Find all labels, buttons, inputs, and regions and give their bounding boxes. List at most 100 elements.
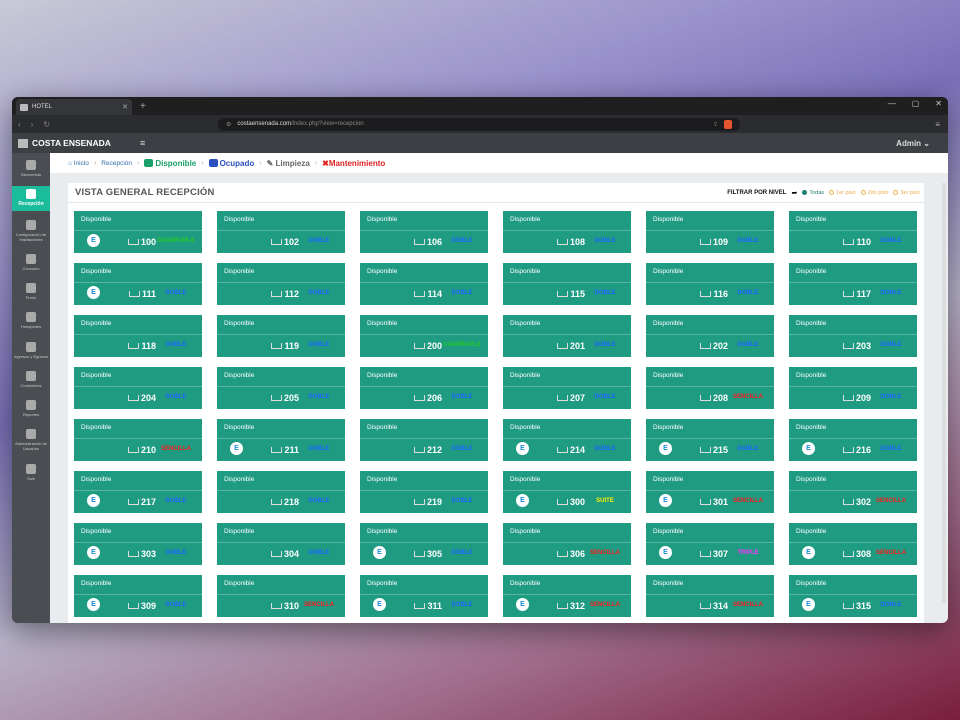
breadcrumb-recepcion[interactable]: Recepción bbox=[101, 160, 132, 167]
scrollbar[interactable] bbox=[942, 183, 946, 603]
room-card[interactable]: Disponible E 100 CUADRUPLE bbox=[74, 211, 202, 253]
room-card[interactable]: Disponible 207 DOBLE bbox=[503, 367, 631, 409]
sidebar-item[interactable]: Salir bbox=[12, 461, 50, 484]
room-card[interactable]: Disponible 302 SENCILLA bbox=[789, 471, 917, 513]
url-host: costaensenada.com bbox=[237, 121, 292, 127]
room-card[interactable]: Disponible 209 DOBLE bbox=[789, 367, 917, 409]
room-card[interactable]: Disponible 310 SENCILLA bbox=[217, 575, 345, 617]
close-window-icon[interactable]: ✕ bbox=[935, 99, 942, 108]
room-card[interactable]: Disponible 116 DOBLE bbox=[646, 263, 774, 305]
room-card[interactable]: Disponible 115 DOBLE bbox=[503, 263, 631, 305]
room-card[interactable]: Disponible 205 DOBLE bbox=[217, 367, 345, 409]
main-content: ⌂ Inicio › Recepción › Disponible › Ocup… bbox=[50, 153, 948, 623]
close-tab-icon[interactable]: ✕ bbox=[122, 103, 128, 111]
room-card[interactable]: Disponible E 211 DOBLE bbox=[217, 419, 345, 461]
reload-icon[interactable]: ↻ bbox=[43, 120, 50, 129]
room-card[interactable]: Disponible E 300 SUITE bbox=[503, 471, 631, 513]
room-card[interactable]: Disponible E 216 DOBLE bbox=[789, 419, 917, 461]
filter-ocupado[interactable]: Ocupado bbox=[208, 158, 254, 168]
filter-todas[interactable]: Todas bbox=[802, 189, 824, 196]
room-card[interactable]: Disponible 304 DOBLE bbox=[217, 523, 345, 565]
room-card[interactable]: Disponible E 215 DOBLE bbox=[646, 419, 774, 461]
room-card[interactable]: Disponible 306 SENCILLA bbox=[503, 523, 631, 565]
room-card[interactable]: Disponible E 301 SENCILLA bbox=[646, 471, 774, 513]
room-card[interactable]: Disponible 114 DOBLE bbox=[360, 263, 488, 305]
filter-piso-2[interactable]: 2do piso bbox=[860, 189, 888, 196]
brand[interactable]: COSTA ENSENADA bbox=[12, 138, 124, 148]
room-card[interactable]: Disponible 210 SENCILLA bbox=[74, 419, 202, 461]
room-card[interactable]: Disponible 219 DOBLE bbox=[360, 471, 488, 513]
room-card[interactable]: Disponible E 312 SENCILLA bbox=[503, 575, 631, 617]
room-card[interactable]: Disponible 108 DOBLE bbox=[503, 211, 631, 253]
sidebar-item[interactable]: Punto bbox=[12, 280, 50, 303]
app-header: COSTA ENSENADA ≡ Admin ⌄ bbox=[12, 133, 948, 153]
filter-limpieza[interactable]: ✎ Limpieza bbox=[267, 159, 310, 168]
url-field[interactable]: ⚙ costaensenada.com/index.php?view=recep… bbox=[218, 117, 740, 131]
room-type: DOBLE bbox=[308, 498, 330, 504]
room-card[interactable]: Disponible E 308 SENCILLA bbox=[789, 523, 917, 565]
site-info-icon[interactable]: ⚙ bbox=[226, 121, 231, 128]
brave-shield-icon[interactable] bbox=[724, 119, 732, 129]
maximize-icon[interactable]: ▢ bbox=[912, 99, 920, 108]
sidebar-item[interactable]: Configuración de Habitaciones bbox=[12, 217, 50, 245]
room-card[interactable]: Disponible E 303 DOBLE bbox=[74, 523, 202, 565]
bed-icon bbox=[414, 603, 426, 609]
room-card[interactable]: Disponible 208 SENCILLA bbox=[646, 367, 774, 409]
room-card[interactable]: Disponible 200 CUADRUPLE bbox=[360, 315, 488, 357]
room-card[interactable]: Disponible 119 DOBLE bbox=[217, 315, 345, 357]
room-card[interactable]: Disponible 218 DOBLE bbox=[217, 471, 345, 513]
sidebar-item[interactable]: Ingresos y Egresos bbox=[12, 339, 50, 362]
room-card[interactable]: Disponible 110 DOBLE bbox=[789, 211, 917, 253]
room-card[interactable]: Disponible 109 DOBLE bbox=[646, 211, 774, 253]
new-tab-icon[interactable]: + bbox=[140, 101, 146, 112]
user-menu[interactable]: Admin ⌄ bbox=[896, 139, 930, 148]
browser-tab[interactable]: HOTEL ✕ bbox=[16, 99, 132, 115]
sidebar-item[interactable]: Consumo bbox=[12, 251, 50, 274]
room-card[interactable]: Disponible E 305 DOBLE bbox=[360, 523, 488, 565]
forward-icon[interactable]: › bbox=[31, 120, 34, 129]
room-card[interactable]: Disponible 212 DOBLE bbox=[360, 419, 488, 461]
room-card[interactable]: Disponible E 315 DOBLE bbox=[789, 575, 917, 617]
sidebar-item[interactable]: Bienvenida bbox=[12, 157, 50, 180]
room-card[interactable]: Disponible 314 SENCILLA bbox=[646, 575, 774, 617]
room-card[interactable]: Disponible 106 DOBLE bbox=[360, 211, 488, 253]
sidebar-item[interactable]: Reportes bbox=[12, 397, 50, 420]
breadcrumb-separator: › bbox=[137, 159, 140, 167]
bed-icon bbox=[127, 395, 139, 401]
room-status: Disponible bbox=[646, 211, 774, 231]
sidebar-item[interactable]: Comisiones bbox=[12, 368, 50, 391]
users-icon bbox=[26, 312, 36, 323]
room-card[interactable]: Disponible 117 DOBLE bbox=[789, 263, 917, 305]
room-card[interactable]: Disponible E 309 DOBLE bbox=[74, 575, 202, 617]
room-card[interactable]: Disponible 118 DOBLE bbox=[74, 315, 202, 357]
filter-piso-3[interactable]: 3er piso bbox=[893, 189, 920, 196]
room-type: DOBLE bbox=[308, 238, 330, 244]
room-card[interactable]: Disponible E 217 DOBLE bbox=[74, 471, 202, 513]
room-card[interactable]: Disponible E 311 DOBLE bbox=[360, 575, 488, 617]
sidebar-item[interactable]: Recepción bbox=[12, 186, 50, 211]
breadcrumb-home[interactable]: ⌂ Inicio bbox=[68, 160, 89, 167]
back-icon[interactable]: ‹ bbox=[18, 120, 21, 129]
menu-toggle-icon[interactable]: ≡ bbox=[140, 138, 145, 148]
sidebar-item[interactable]: Huespedes bbox=[12, 309, 50, 332]
share-icon[interactable]: ⇪ bbox=[713, 121, 718, 128]
browser-menu-icon[interactable]: ≡ bbox=[935, 120, 940, 129]
filter-piso-1[interactable]: 1er piso bbox=[829, 189, 856, 196]
filter-mantenimiento[interactable]: ✖Mantenimiento bbox=[322, 159, 385, 168]
room-card[interactable]: Disponible 112 DOBLE bbox=[217, 263, 345, 305]
room-card[interactable]: Disponible 203 DOBLE bbox=[789, 315, 917, 357]
room-card[interactable]: Disponible 204 DOBLE bbox=[74, 367, 202, 409]
filter-disponible[interactable]: Disponible bbox=[144, 158, 196, 168]
room-card[interactable]: Disponible 202 DOBLE bbox=[646, 315, 774, 357]
room-card[interactable]: Disponible 102 DOBLE bbox=[217, 211, 345, 253]
minimize-icon[interactable]: — bbox=[888, 99, 896, 108]
room-card[interactable]: Disponible E 214 DOBLE bbox=[503, 419, 631, 461]
room-number: 208 bbox=[695, 393, 728, 403]
room-number: 312 bbox=[552, 601, 585, 611]
sidebar-item[interactable]: Administración de Usuarios bbox=[12, 426, 50, 454]
room-card[interactable]: Disponible E 307 TRIPLE bbox=[646, 523, 774, 565]
room-type: DOBLE bbox=[594, 290, 616, 296]
room-card[interactable]: Disponible 201 DOBLE bbox=[503, 315, 631, 357]
room-card[interactable]: Disponible E 111 DOBLE bbox=[74, 263, 202, 305]
room-card[interactable]: Disponible 206 DOBLE bbox=[360, 367, 488, 409]
